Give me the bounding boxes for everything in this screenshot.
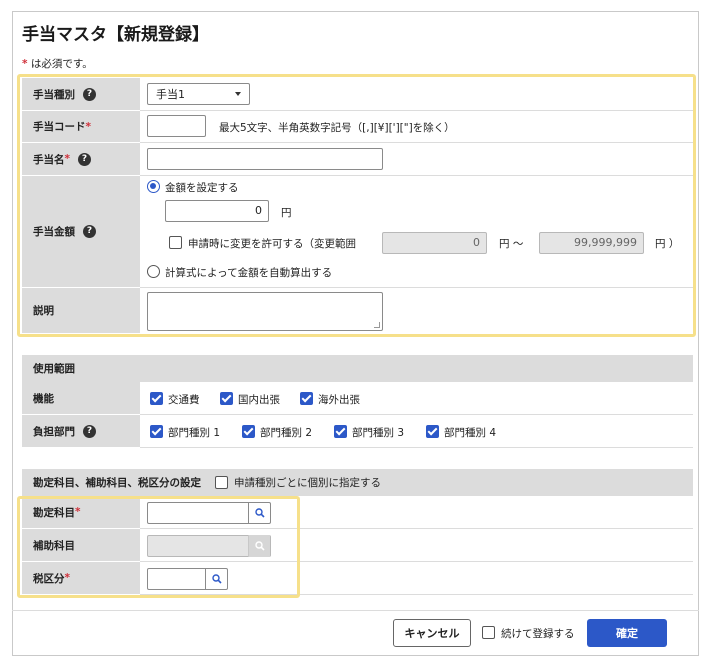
page-title: 手当マスタ【新規登録】 xyxy=(22,25,209,45)
amount-input[interactable]: 0 xyxy=(165,200,269,222)
continue-label: 続けて登録する xyxy=(501,628,575,640)
description-textarea[interactable] xyxy=(147,292,383,331)
formula-radio[interactable] xyxy=(147,265,160,278)
subaccount-input[interactable] xyxy=(147,535,271,557)
allowance-code-cell: 最大5文字、半角英数字記号（[,][¥][']["]を除く） xyxy=(140,111,693,143)
range-max-input[interactable]: 99,999,999 xyxy=(539,232,644,254)
continue-checkbox[interactable] xyxy=(482,626,495,639)
allowance-code-label: 手当コード * xyxy=(22,111,140,143)
required-note: * は必須です。 xyxy=(22,58,93,70)
allowance-amount-cell: 金額を設定する 0 円 申請時に変更を許可する（変更範囲 0 円 〜 99,99… xyxy=(140,176,693,288)
allowance-type-label: 手当種別? xyxy=(22,78,140,111)
individual-checkbox[interactable] xyxy=(215,476,228,489)
allowance-type-cell: 手当1 xyxy=(140,78,693,111)
department-checkbox[interactable] xyxy=(242,425,255,438)
range-min-input[interactable]: 0 xyxy=(382,232,487,254)
footer-divider xyxy=(12,610,699,611)
department-checkbox[interactable] xyxy=(150,425,163,438)
function-checkbox[interactable] xyxy=(150,392,163,405)
function-checkbox[interactable] xyxy=(300,392,313,405)
functions-label: 機能 xyxy=(22,382,140,415)
department-checkbox[interactable] xyxy=(426,425,439,438)
tax-input[interactable] xyxy=(147,568,228,590)
scope-section-header: 使用範囲 xyxy=(22,355,693,382)
departments-label: 負担部門? xyxy=(22,415,140,448)
account-label: 勘定科目 * xyxy=(22,496,140,529)
cancel-button[interactable]: キャンセル xyxy=(393,619,471,647)
department-checkbox[interactable] xyxy=(334,425,347,438)
account-cell xyxy=(140,496,693,529)
caret-down-icon xyxy=(235,92,241,96)
allowance-code-hint: 最大5文字、半角英数字記号（[,][¥][']["]を除く） xyxy=(219,122,455,134)
help-icon[interactable]: ? xyxy=(83,87,96,101)
fixed-amount-radio[interactable] xyxy=(147,180,160,193)
tax-label: 税区分 * xyxy=(22,562,140,595)
allow-change-checkbox[interactable] xyxy=(169,236,182,249)
allowance-name-cell xyxy=(140,143,693,176)
description-cell xyxy=(140,288,693,334)
help-icon[interactable]: ? xyxy=(83,225,96,238)
function-checkbox[interactable] xyxy=(220,392,233,405)
departments-cell: 部門種別 1 部門種別 2 部門種別 3 部門種別 4 xyxy=(140,415,693,448)
description-label: 説明 xyxy=(22,288,140,334)
subaccount-cell xyxy=(140,529,693,562)
help-icon[interactable]: ? xyxy=(83,424,96,438)
resize-grip-icon[interactable] xyxy=(374,322,380,328)
tax-cell xyxy=(140,562,693,595)
subaccount-label: 補助科目 xyxy=(22,529,140,562)
confirm-button[interactable]: 確定 xyxy=(587,619,667,647)
accounting-section-header: 勘定科目、補助科目、税区分の設定 申請種別ごとに個別に指定する xyxy=(22,469,693,496)
functions-cell: 交通費 国内出張 海外出張 xyxy=(140,382,693,415)
allowance-type-select[interactable]: 手当1 xyxy=(147,83,250,105)
allowance-code-input[interactable] xyxy=(147,115,206,137)
help-icon[interactable]: ? xyxy=(78,152,91,166)
search-icon[interactable] xyxy=(205,568,227,590)
account-input[interactable] xyxy=(147,502,271,524)
allowance-name-input[interactable] xyxy=(147,148,383,170)
allowance-amount-label: 手当金額? xyxy=(22,176,140,288)
search-icon[interactable] xyxy=(248,502,270,524)
allowance-name-label: 手当名 *? xyxy=(22,143,140,176)
search-icon[interactable] xyxy=(248,535,270,557)
